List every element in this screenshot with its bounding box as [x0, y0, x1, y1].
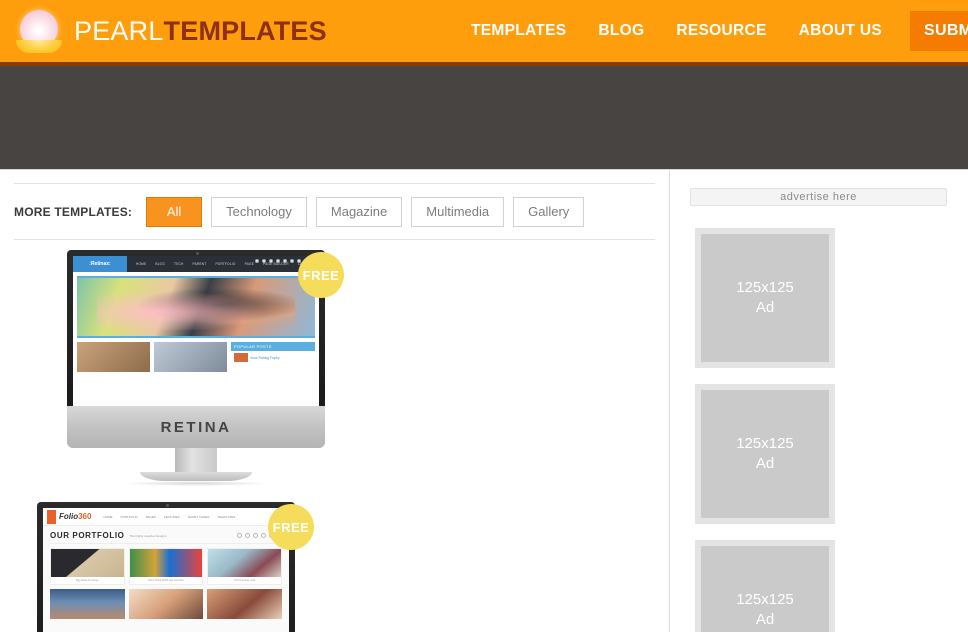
- preview-nav-item: PAGE: [244, 262, 255, 266]
- template-card-retina[interactable]: FREE :Retinax: HOME BLOG TECH PARENT POR…: [42, 250, 350, 502]
- filter-chip-gallery[interactable]: Gallery: [513, 196, 585, 227]
- preview-section-head: OUR PORTFOLIO The highly creative Design…: [43, 526, 289, 543]
- preview-nav-item: PAGES: [145, 514, 156, 519]
- site-header: PEARLTEMPLATES TEMPLATES BLOG RESOURCE A…: [0, 0, 968, 66]
- banner-area: [0, 66, 968, 170]
- preview-lower-area: POPULAR POSTS Gone Fishing Trophy: [77, 342, 315, 372]
- preview-thumb: [154, 342, 227, 372]
- preview-portfolio-caption: Big Ideas Are Huge: [76, 579, 99, 582]
- template-card-folio360[interactable]: FREE Folio360 HOME PORTFOLIO PAGES FEATU…: [12, 502, 320, 632]
- preview-sidebar-item: Gone Fishing Trophy: [231, 351, 315, 364]
- free-badge: FREE: [298, 252, 344, 298]
- nav-item-about-us[interactable]: ABOUT US: [783, 0, 898, 62]
- brand-part-one: PEARL: [74, 15, 164, 46]
- preview-logo: :Retinax:: [73, 256, 127, 272]
- logo[interactable]: PEARLTEMPLATES: [0, 8, 327, 54]
- sidebar: advertise here 125x125 Ad 125x125 Ad 125…: [670, 170, 967, 632]
- monitor-neck: [175, 448, 217, 472]
- nav-item-templates[interactable]: TEMPLATES: [455, 0, 582, 62]
- main-navigation: TEMPLATES BLOG RESOURCE ABOUT US SUBMIT …: [455, 0, 968, 62]
- monitor-chin: RETINA: [67, 406, 325, 448]
- preview-flag-icon: [47, 509, 56, 524]
- preview-sidebar: POPULAR POSTS Gone Fishing Trophy: [231, 342, 315, 372]
- monitor-shadow: [121, 481, 271, 486]
- preview-nav-item: SHORT CODES: [187, 514, 210, 519]
- preview-portfolio-caption: The Cunning Look: [234, 579, 256, 582]
- preview-nav-item: PARENT: [192, 262, 207, 266]
- monitor-mockup: Folio360 HOME PORTFOLIO PAGES FEATURES S…: [37, 502, 295, 632]
- preview-section-title: OUR PORTFOLIO: [50, 531, 125, 540]
- filter-chip-all[interactable]: All: [146, 196, 203, 227]
- preview-portfolio-row: Big Ideas Are Huge Don't Think RUN! Get …: [43, 548, 289, 585]
- ad-label: Ad: [755, 455, 775, 472]
- ad-size-label: 125x125: [736, 434, 794, 452]
- ad-size-label: 125x125: [736, 590, 794, 608]
- template-preview-retina: :Retinax: HOME BLOG TECH PARENT PORTFOLI…: [73, 256, 319, 406]
- filter-chip-magazine[interactable]: Magazine: [315, 196, 403, 227]
- ad-label: Ad: [755, 299, 775, 316]
- main-content: MORE TEMPLATES: All Technology Magazine …: [0, 170, 670, 632]
- preview-sidebar-item-label: Gone Fishing Trophy: [250, 355, 280, 360]
- free-badge: FREE: [268, 504, 314, 550]
- preview-portfolio-cell: Big Ideas Are Huge: [50, 548, 125, 585]
- monitor-bezel: :Retinax: HOME BLOG TECH PARENT PORTFOLI…: [67, 250, 325, 406]
- preview-portfolio-image: [128, 589, 204, 619]
- preview-section-sub: The highly creative Designs: [129, 533, 167, 538]
- brand-part-two: TEMPLATES: [163, 15, 327, 46]
- preview-portfolio-caption: Don't Think RUN! Get Set Flee: [148, 579, 184, 582]
- preview-nav-item: BLOG: [155, 262, 166, 266]
- preview-thumb: [77, 342, 150, 372]
- template-grid: FREE :Retinax: HOME BLOG TECH PARENT POR…: [0, 240, 669, 632]
- monitor-bezel: Folio360 HOME PORTFOLIO PAGES FEATURES S…: [37, 502, 295, 632]
- monitor-mockup: :Retinax: HOME BLOG TECH PARENT PORTFOLI…: [67, 250, 325, 486]
- preview-logo-accent: 360: [78, 512, 92, 521]
- ad-slot-1[interactable]: 125x125 Ad: [695, 228, 835, 368]
- ad-slot-2[interactable]: 125x125 Ad: [695, 384, 835, 524]
- template-preview-folio360: Folio360 HOME PORTFOLIO PAGES FEATURES S…: [43, 508, 289, 632]
- monitor-base: [140, 472, 252, 481]
- page-body: MORE TEMPLATES: All Technology Magazine …: [0, 170, 968, 632]
- filter-chip-multimedia[interactable]: Multimedia: [411, 196, 505, 227]
- template-name-retina: RETINA: [160, 418, 232, 436]
- preview-portfolio-image: [129, 549, 203, 577]
- preview-portfolio-image: [208, 549, 282, 577]
- advertise-here-bar[interactable]: advertise here: [690, 188, 947, 206]
- preview-nav-item: TEMPLATES: [217, 514, 236, 519]
- nav-item-blog[interactable]: BLOG: [582, 0, 660, 62]
- ad-grid: 125x125 Ad 125x125 Ad 125x125 Ad 125x125: [670, 206, 967, 632]
- pearl-shell-icon: [16, 8, 62, 54]
- submit-theme-button[interactable]: SUBMIT THEME: [910, 11, 968, 51]
- filter-label: MORE TEMPLATES:: [14, 204, 133, 219]
- ad-label: Ad: [755, 611, 775, 628]
- preview-logo: Folio360: [59, 512, 92, 521]
- preview-portfolio-image: [51, 549, 124, 577]
- preview-portfolio-row-2: [43, 585, 289, 619]
- preview-portfolio-image: [207, 589, 283, 619]
- ad-size-label: 125x125: [736, 278, 794, 296]
- preview-nav-item: FEATURES: [163, 514, 180, 519]
- preview-nav-item: PORTFOLIO: [215, 262, 236, 266]
- filter-chip-technology[interactable]: Technology: [211, 196, 307, 227]
- preview-portfolio-cell: Don't Think RUN! Get Set Flee: [128, 548, 204, 585]
- ad-slot-3[interactable]: 125x125 Ad: [695, 540, 835, 632]
- preview-sidebar-heading: POPULAR POSTS: [231, 342, 315, 351]
- template-filter-bar: MORE TEMPLATES: All Technology Magazine …: [14, 183, 655, 240]
- preview-nav: HOME PORTFOLIO PAGES FEATURES SHORT CODE…: [103, 515, 235, 519]
- preview-nav-item: HOME: [103, 514, 113, 519]
- preview-hero-image: [77, 276, 315, 338]
- preview-portfolio-cell: The Cunning Look: [207, 548, 283, 585]
- preview-nav-item: TECH: [174, 262, 184, 266]
- preview-portfolio-image: [50, 589, 125, 619]
- preview-nav-item: PORTFOLIO: [120, 514, 138, 519]
- brand-title: PEARLTEMPLATES: [74, 15, 327, 46]
- preview-navbar: Folio360 HOME PORTFOLIO PAGES FEATURES S…: [43, 508, 289, 526]
- nav-item-resource[interactable]: RESOURCE: [660, 0, 782, 62]
- preview-nav-item: HOME: [136, 262, 147, 266]
